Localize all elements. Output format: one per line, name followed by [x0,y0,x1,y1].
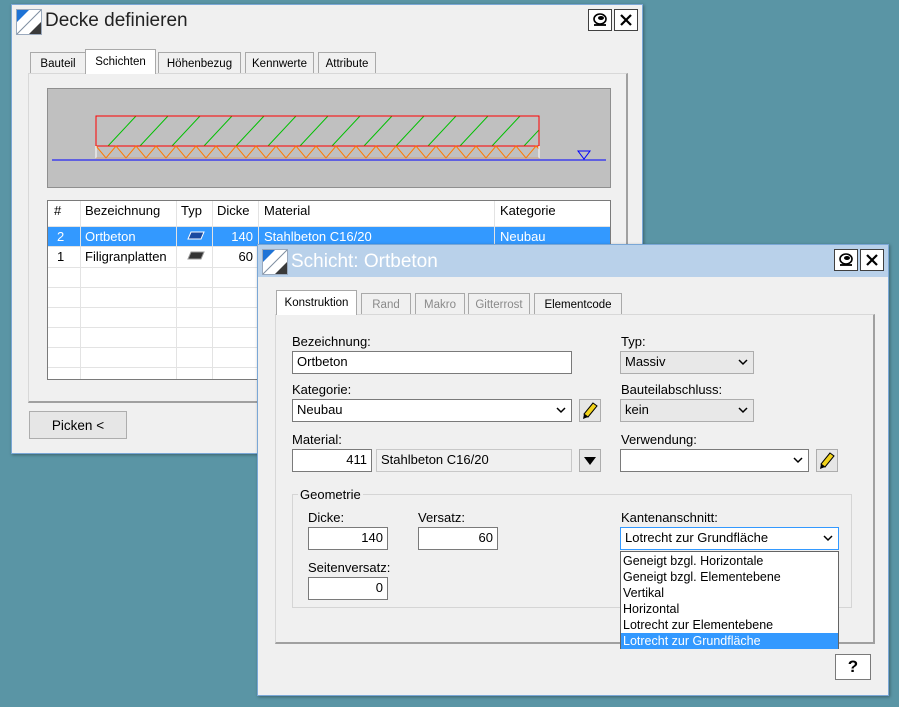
pencil-icon [583,401,598,419]
versatz-label: Versatz: [418,510,465,525]
dropdown-option-selected[interactable]: Lotrecht zur Grundfläche [621,633,838,649]
dialog-title-bar[interactable]: Schicht: Ortbeton [258,245,888,277]
kantenanschnitt-value: Lotrecht zur Grundfläche [625,530,769,545]
kantenanschnitt-dropdown[interactable]: Geneigt bzgl. Horizontale Geneigt bzgl. … [620,551,839,649]
close-icon [866,254,878,266]
col-header-material[interactable]: Material [260,201,496,221]
layer-preview [47,88,611,188]
col-header-typ[interactable]: Typ [177,201,213,221]
tab-rand[interactable]: Rand [361,293,411,315]
close-icon [620,14,632,26]
tab-gitterrost[interactable]: Gitterrost [468,293,530,315]
row-num: 2 [57,229,65,244]
bezeichnung-label: Bezeichnung: [292,334,371,349]
edit-kategorie-button[interactable] [579,399,601,422]
tab-makro[interactable]: Makro [415,293,465,315]
close-button[interactable] [860,249,884,271]
triangle-down-icon [584,456,596,465]
pin-icon [839,253,853,266]
row-bezeichnung: Filigranplatten [85,249,167,264]
material-label: Material: [292,432,342,447]
dropdown-option[interactable]: Geneigt bzgl. Horizontale [621,553,838,569]
title-bar[interactable]: Decke definieren [12,5,642,37]
tab-konstruktion[interactable]: Konstruktion [276,290,357,315]
tab-elementcode[interactable]: Elementcode [534,293,622,315]
col-header-bezeichnung[interactable]: Bezeichnung [81,201,177,221]
tab-schichten[interactable]: Schichten [85,49,156,74]
section-drawing [52,115,606,161]
chevron-down-icon [823,535,833,542]
row-dicke: 60 [238,249,253,264]
pin-button[interactable] [588,9,612,31]
chevron-down-icon [556,407,566,414]
pick-button[interactable]: Picken < [29,411,127,439]
typ-value: Massiv [625,354,666,369]
row-dicke: 140 [231,229,253,244]
window-title: Decke definieren [45,10,188,31]
pencil-icon [820,451,835,469]
material-dropdown-button[interactable] [579,449,601,472]
row-bezeichnung: Ortbeton [85,229,136,244]
col-header-num[interactable]: # [50,201,80,221]
plate-icon [187,231,205,240]
bezeichnung-field[interactable]: Ortbeton [292,351,572,374]
verwendung-label: Verwendung: [621,432,697,447]
dicke-field[interactable]: 140 [308,527,388,550]
col-header-dicke[interactable]: Dicke [213,201,257,221]
row-typ [183,247,209,267]
seitenversatz-field[interactable]: 0 [308,577,388,600]
tab-attribute[interactable]: Attribute [318,52,376,74]
typ-select[interactable]: Massiv [620,351,754,374]
pin-icon [593,13,607,26]
kategorie-value: Neubau [297,402,343,417]
versatz-field[interactable]: 60 [418,527,498,550]
dropdown-option[interactable]: Geneigt bzgl. Elementebene [621,569,838,585]
bauteilabschluss-value: kein [625,402,649,417]
edit-verwendung-button[interactable] [816,449,838,472]
chevron-down-icon [793,457,803,464]
bauteilabschluss-select[interactable]: kein [620,399,754,422]
chevron-down-icon [738,359,748,366]
table-header: # Bezeichnung Typ Dicke Material Kategor… [48,201,610,221]
typ-label: Typ: [621,334,646,349]
verwendung-select[interactable] [620,449,809,472]
tab-kennwerte[interactable]: Kennwerte [245,52,314,74]
filigran-zigzag [95,145,540,159]
close-button[interactable] [614,9,638,31]
dropdown-option[interactable]: Vertikal [621,585,838,601]
kantenanschnitt-label: Kantenanschnitt: [621,510,718,525]
dicke-label: Dicke: [308,510,345,525]
material-number-field[interactable]: 411 [292,449,372,472]
pin-button[interactable] [834,249,858,271]
plate-icon [187,251,205,260]
dropdown-option[interactable]: Horizontal [621,601,838,617]
schicht-dialog: Schicht: Ortbeton Konstruktion Rand Makr… [257,244,889,696]
row-num: 1 [57,249,65,264]
bauteilabschluss-label: Bauteilabschluss: [621,382,723,397]
col-header-kategorie[interactable]: Kategorie [496,201,608,221]
help-button[interactable]: ? [835,654,871,680]
tab-hoehenbezug[interactable]: Höhenbezug [158,52,241,74]
kategorie-label: Kategorie: [292,382,352,397]
kantenanschnitt-select[interactable]: Lotrecht zur Grundfläche [620,527,839,550]
row-typ [183,227,209,247]
seitenversatz-label: Seitenversatz: [308,560,391,575]
geometrie-group-label: Geometrie [298,487,363,502]
tab-bauteil[interactable]: Bauteil [30,52,86,74]
app-icon [16,9,42,35]
dropdown-option[interactable]: Lotrecht zur Elementebene [621,617,838,633]
level-marker-icon [577,150,591,160]
chevron-down-icon [738,407,748,414]
ortbeton-outline [95,115,540,147]
material-name-field: Stahlbeton C16/20 [376,449,572,472]
app-icon [262,249,288,275]
kategorie-select[interactable]: Neubau [292,399,572,422]
dialog-title: Schicht: Ortbeton [291,251,438,272]
